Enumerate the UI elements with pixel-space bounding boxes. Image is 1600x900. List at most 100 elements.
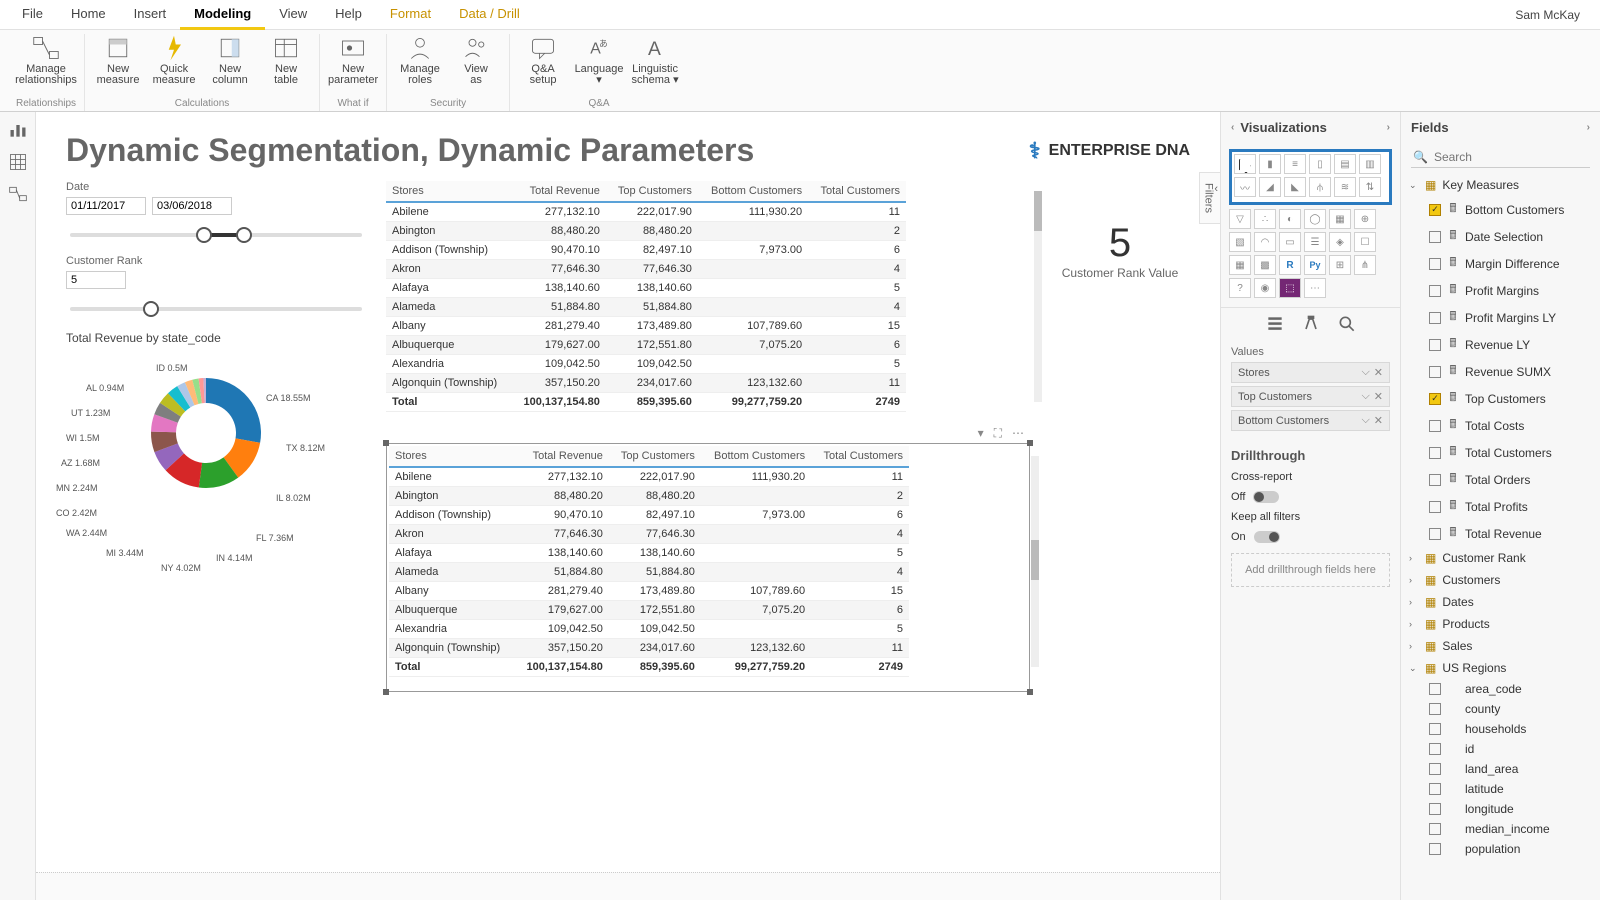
table-products[interactable]: ›▦Products	[1401, 613, 1600, 635]
viz-line-column-icon[interactable]: ⫛	[1309, 177, 1331, 197]
field-households[interactable]: households	[1401, 719, 1600, 739]
table-row[interactable]: Albuquerque179,627.00172,551.807,075.206	[389, 601, 909, 620]
ribbon-quick-measure[interactable]: Quickmeasure	[149, 34, 199, 94]
field-id[interactable]: id	[1401, 739, 1600, 759]
filter-icon[interactable]: ▾	[978, 426, 984, 441]
date-thumb-to[interactable]	[236, 227, 252, 243]
col-total-revenue[interactable]: Total Revenue	[511, 181, 606, 202]
checkbox[interactable]	[1429, 312, 1441, 324]
ribbon-manage-relationships[interactable]: Managerelationships	[21, 34, 71, 94]
ribbon-linguistic-schema[interactable]: ALinguisticschema ▾	[630, 34, 680, 94]
table-visual-2-selected[interactable]: StoresTotal RevenueTop CustomersBottom C…	[386, 443, 1030, 692]
field-total-orders[interactable]: 🖩Total Orders	[1401, 466, 1600, 493]
viz-slicer-icon[interactable]: ☐	[1354, 232, 1376, 252]
ribbon-manage-roles[interactable]: Manageroles	[395, 34, 445, 94]
ribbon-view-as[interactable]: Viewas	[451, 34, 501, 94]
date-range-track[interactable]	[70, 233, 362, 237]
ribbon-new-measure[interactable]: Newmeasure	[93, 34, 143, 94]
checkbox[interactable]	[1429, 683, 1441, 695]
checkbox[interactable]	[1429, 231, 1441, 243]
chevron-down-icon[interactable]: ⌵	[1361, 414, 1369, 427]
table-visual-1[interactable]: StoresTotal RevenueTop CustomersBottom C…	[386, 181, 1030, 412]
table-row[interactable]: Algonquin (Township)357,150.20234,017.60…	[386, 374, 906, 393]
viz-donut-icon[interactable]: ◯	[1304, 209, 1326, 229]
ribbon-new-column[interactable]: Newcolumn	[205, 34, 255, 94]
field-longitude[interactable]: longitude	[1401, 799, 1600, 819]
viz-r-icon[interactable]: R	[1279, 255, 1301, 275]
fields-search-input[interactable]	[1434, 150, 1589, 164]
date-from-input[interactable]	[66, 197, 146, 215]
table-row[interactable]: Addison (Township)90,470.1082,497.107,97…	[389, 506, 909, 525]
format-tab-icon[interactable]	[1301, 314, 1321, 334]
chevron-right-icon[interactable]: ›	[1387, 122, 1390, 133]
menu-help[interactable]: Help	[321, 0, 376, 30]
table-row[interactable]: Abington88,480.2088,480.202	[389, 487, 909, 506]
viz-qa-icon[interactable]: ?	[1229, 278, 1251, 298]
viz-multi-card-icon[interactable]: ☰	[1304, 232, 1326, 252]
col-total-customers[interactable]: Total Customers	[811, 446, 909, 467]
col-total-revenue[interactable]: Total Revenue	[514, 446, 609, 467]
table-row[interactable]: Alexandria109,042.50109,042.505	[389, 620, 909, 639]
focus-icon[interactable]: ⛶	[994, 426, 1002, 441]
checkbox[interactable]	[1429, 501, 1441, 513]
viz-matrix-icon[interactable]: ▩	[1254, 255, 1276, 275]
viz-card-icon[interactable]: ▭	[1279, 232, 1301, 252]
table-row[interactable]: Algonquin (Township)357,150.20234,017.60…	[389, 639, 909, 658]
ribbon-q-a-setup[interactable]: Q&Asetup	[518, 34, 568, 94]
menu-modeling[interactable]: Modeling	[180, 0, 265, 30]
ribbon-language[interactable]: AあLanguage▾	[574, 34, 624, 94]
checkbox[interactable]	[1429, 843, 1441, 855]
analytics-tab-icon[interactable]	[1337, 314, 1357, 334]
date-to-input[interactable]	[152, 197, 232, 215]
field-population[interactable]: population	[1401, 839, 1600, 859]
remove-icon[interactable]: ✕	[1374, 366, 1383, 379]
table-row[interactable]: Abilene277,132.10222,017.90111,930.2011	[389, 467, 909, 487]
ribbon-new-parameter[interactable]: Newparameter	[328, 34, 378, 94]
filters-pane-toggle[interactable]: ‹Filters	[1199, 172, 1220, 224]
fields-search[interactable]: 🔍	[1411, 147, 1590, 168]
viz-filled-map-icon[interactable]: ▧	[1229, 232, 1251, 252]
field-profit-margins-ly[interactable]: 🖩Profit Margins LY	[1401, 304, 1600, 331]
col-top-customers[interactable]: Top Customers	[609, 446, 701, 467]
checkbox[interactable]	[1429, 528, 1441, 540]
drillthrough-drop[interactable]: Add drillthrough fields here	[1231, 553, 1390, 587]
keep-filters-toggle[interactable]	[1254, 531, 1280, 543]
field-bottom-customers[interactable]: ✓🖩Bottom Customers	[1401, 196, 1600, 223]
col-stores[interactable]: Stores	[386, 181, 511, 202]
viz-ribbon-icon[interactable]: ≋	[1334, 177, 1356, 197]
menu-file[interactable]: File	[8, 0, 57, 30]
resize-handle[interactable]	[1027, 689, 1033, 695]
viz-100-column-icon[interactable]: ▥	[1359, 154, 1381, 174]
field-total-costs[interactable]: 🖩Total Costs	[1401, 412, 1600, 439]
viz-table-icon[interactable]: ▦	[1229, 255, 1251, 275]
checkbox[interactable]	[1429, 743, 1441, 755]
checkbox[interactable]	[1429, 763, 1441, 775]
data-view-icon[interactable]	[8, 152, 28, 172]
field-area-code[interactable]: area_code	[1401, 679, 1600, 699]
menu-insert[interactable]: Insert	[120, 0, 181, 30]
checkbox[interactable]	[1429, 366, 1441, 378]
checkbox[interactable]	[1429, 803, 1441, 815]
field-profit-margins[interactable]: 🖩Profit Margins	[1401, 277, 1600, 304]
viz-scatter-icon[interactable]: ∴	[1254, 209, 1276, 229]
field-total-customers[interactable]: 🖩Total Customers	[1401, 439, 1600, 466]
viz-arcgis-icon[interactable]: ◉	[1254, 278, 1276, 298]
viz-waterfall-icon[interactable]: ⇅	[1359, 177, 1381, 197]
col-top-customers[interactable]: Top Customers	[606, 181, 698, 202]
col-bottom-customers[interactable]: Bottom Customers	[701, 446, 811, 467]
checkbox[interactable]	[1429, 339, 1441, 351]
viz-treemap-icon[interactable]: ▦	[1329, 209, 1351, 229]
checkbox[interactable]	[1429, 723, 1441, 735]
fields-tab-icon[interactable]	[1265, 314, 1285, 334]
field-median-income[interactable]: median_income	[1401, 819, 1600, 839]
table-row[interactable]: Abington88,480.2088,480.202	[386, 222, 906, 241]
menu-view[interactable]: View	[265, 0, 321, 30]
table-row[interactable]: Albany281,279.40173,489.80107,789.6015	[389, 582, 909, 601]
rank-input[interactable]	[66, 271, 126, 289]
donut-chart[interactable]: CA 18.55MTX 8.12MIL 8.02MFL 7.36MIN 4.14…	[66, 353, 346, 573]
menu-format[interactable]: Format	[376, 0, 445, 30]
viz-powerapps-icon[interactable]: ⬚	[1279, 278, 1301, 298]
field-date-selection[interactable]: 🖩Date Selection	[1401, 223, 1600, 250]
table-dates[interactable]: ›▦Dates	[1401, 591, 1600, 613]
field-county[interactable]: county	[1401, 699, 1600, 719]
